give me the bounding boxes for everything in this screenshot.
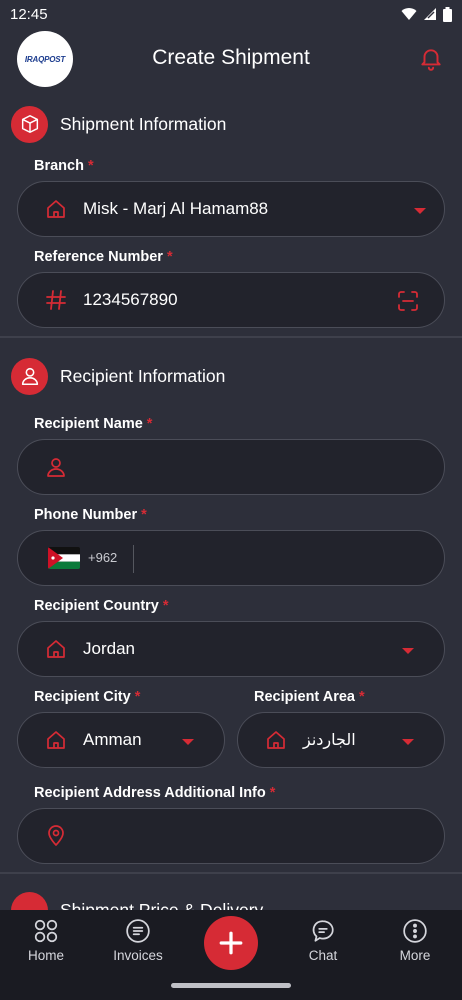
location-pin-icon <box>48 825 64 846</box>
dropdown-caret-icon <box>402 648 414 654</box>
required-mark: * <box>134 689 141 705</box>
country-label: Recipient Country * <box>34 598 169 614</box>
phone-label-text: Phone Number <box>34 507 138 523</box>
section-title: Recipient Information <box>60 365 226 386</box>
nav-invoices-label: Invoices <box>113 948 163 963</box>
dropdown-caret-icon <box>182 739 194 745</box>
dial-code: +962 <box>88 550 118 565</box>
nav-chat-label: Chat <box>308 948 338 963</box>
nav-home-label: Home <box>27 948 64 963</box>
nav-more[interactable]: More <box>375 918 455 963</box>
reference-value: 1234567890 <box>83 290 178 309</box>
phone-label: Phone Number * <box>34 507 147 523</box>
recipient-name-label: Recipient Name * <box>34 416 152 432</box>
box-icon <box>11 105 48 143</box>
country-value: Jordan <box>83 639 135 658</box>
dropdown-caret-icon <box>402 739 414 745</box>
city-label: Recipient City * <box>34 689 140 705</box>
required-mark: * <box>166 249 173 265</box>
city-label-text: Recipient City <box>34 689 131 705</box>
plus-icon <box>219 931 243 955</box>
country-label-text: Recipient Country <box>34 598 159 614</box>
required-mark: * <box>141 507 147 523</box>
person-icon <box>11 357 48 395</box>
address-info-input[interactable] <box>17 808 445 864</box>
address-label: Recipient Address Additional Info * <box>34 785 275 801</box>
area-label-text: Recipient Area <box>254 689 355 705</box>
home-outline-icon <box>47 640 65 658</box>
app-header: IRAQPOST Create Shipment <box>0 28 462 90</box>
battery-icon <box>443 6 452 22</box>
section-title: Shipment Information <box>60 113 227 134</box>
home-outline-icon <box>47 731 65 749</box>
branch-label: Branch * <box>34 158 94 174</box>
branch-value: Misk - Marj Al Hamam88 <box>83 199 269 218</box>
required-mark: * <box>162 598 169 614</box>
add-shipment-button[interactable] <box>204 916 258 970</box>
invoice-icon <box>126 919 150 943</box>
required-mark: * <box>146 416 153 432</box>
reference-label: Reference Number * <box>34 249 173 265</box>
home-indicator[interactable] <box>171 983 291 988</box>
area-select[interactable]: الجاردنز <box>237 712 445 768</box>
nav-invoices[interactable]: Invoices <box>98 918 178 963</box>
status-bar: 12:45 <box>0 0 462 28</box>
home-outline-icon <box>267 731 285 749</box>
nav-chat[interactable]: Chat <box>283 918 363 963</box>
status-icons <box>401 6 452 22</box>
wifi-icon <box>401 8 417 20</box>
more-vertical-icon <box>403 919 427 943</box>
section-divider <box>0 336 462 338</box>
country-select[interactable]: Jordan <box>17 621 445 677</box>
status-time: 12:45 <box>10 5 48 23</box>
branch-select[interactable]: Misk - Marj Al Hamam88 <box>17 181 445 237</box>
section-divider <box>0 872 462 874</box>
reference-label-text: Reference Number <box>34 249 163 265</box>
home-outline-icon <box>47 200 65 218</box>
dropdown-caret-icon <box>414 208 426 214</box>
recipient-info-header: Recipient Information <box>0 356 462 396</box>
recipient-name-label-text: Recipient Name <box>34 416 143 432</box>
required-mark: * <box>269 785 276 801</box>
recipient-name-input[interactable] <box>17 439 445 495</box>
notification-bell-icon[interactable] <box>418 46 444 72</box>
shipment-info-header: Shipment Information <box>0 104 462 144</box>
person-outline-icon <box>47 458 65 477</box>
signal-icon <box>424 8 436 20</box>
required-mark: * <box>359 689 365 705</box>
city-select[interactable]: Amman <box>17 712 225 768</box>
scan-icon[interactable] <box>396 289 420 313</box>
nav-home[interactable]: Home <box>6 918 86 963</box>
chat-icon <box>312 920 334 942</box>
page-title: Create Shipment <box>152 46 310 69</box>
address-label-text: Recipient Address Additional Info <box>34 785 266 801</box>
hash-icon <box>46 290 66 310</box>
required-mark: * <box>87 158 94 174</box>
area-label: Recipient Area * <box>254 689 365 705</box>
jordan-flag-icon[interactable] <box>48 547 80 569</box>
phone-number-input[interactable]: +962 <box>17 530 445 586</box>
nav-more-label: More <box>399 948 431 963</box>
branch-label-text: Branch <box>34 158 84 174</box>
city-value: Amman <box>83 730 142 749</box>
reference-number-input[interactable]: 1234567890 <box>17 272 445 328</box>
dial-separator <box>133 545 134 573</box>
grid-icon <box>34 919 58 943</box>
area-value: الجاردنز <box>303 732 356 749</box>
